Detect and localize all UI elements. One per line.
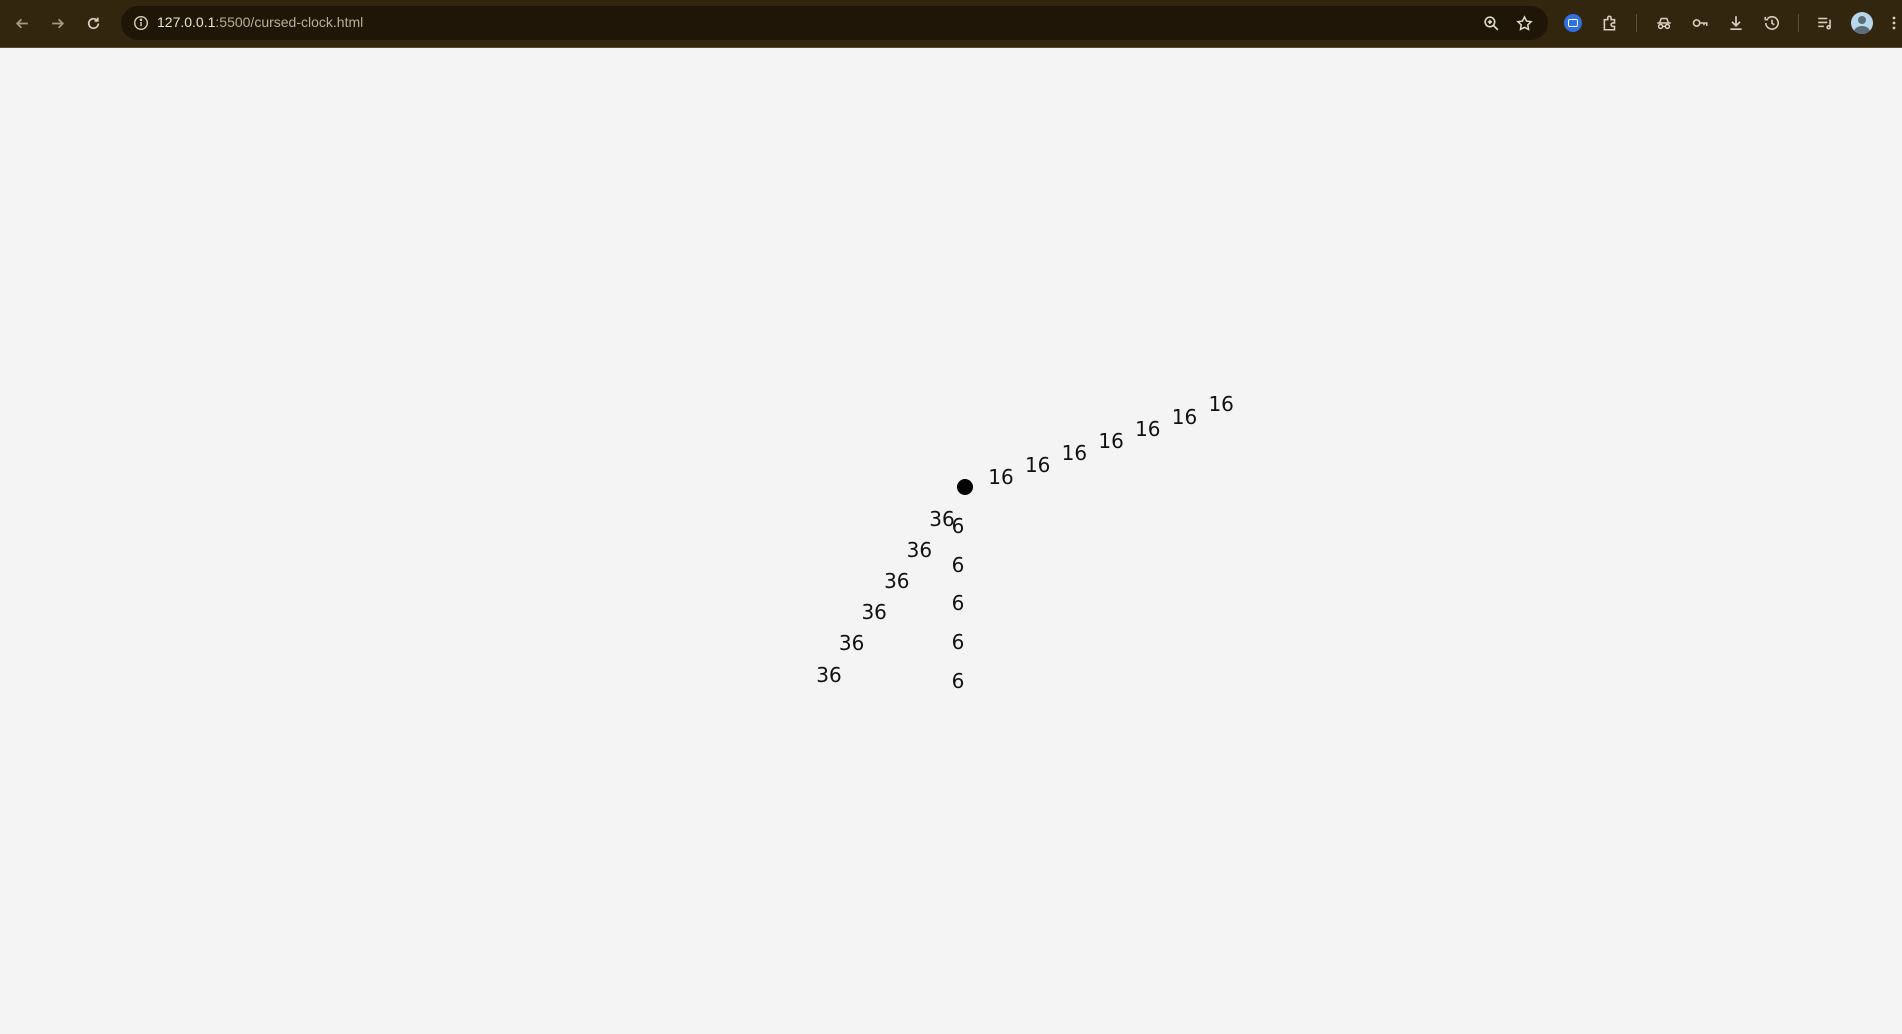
hand-a-number: 16 <box>1171 404 1198 429</box>
hand-c-number: 36 <box>906 538 933 563</box>
address-bar[interactable]: 127.0.0.1:5500/cursed-clock.html <box>121 6 1548 40</box>
puzzle-icon[interactable] <box>1598 11 1622 35</box>
hand-b-number: 6 <box>951 552 965 577</box>
url-path: :5500/cursed-clock.html <box>215 14 364 30</box>
star-icon[interactable] <box>1513 12 1535 34</box>
key-icon[interactable] <box>1688 11 1712 35</box>
hand-c-number: 36 <box>838 631 865 656</box>
hand-c-number: 36 <box>861 600 887 625</box>
avatar-icon[interactable] <box>1850 11 1874 35</box>
hand-a-number: 16 <box>1098 428 1124 453</box>
back-arrow-icon[interactable] <box>9 10 35 36</box>
reload-icon[interactable] <box>80 10 106 36</box>
hand-c-number: 36 <box>929 507 955 531</box>
hand-c-number: 36 <box>884 569 910 594</box>
hand-a-number: 16 <box>1061 440 1088 465</box>
hand-b-number: 6 <box>951 591 965 616</box>
toolbar-divider <box>1636 14 1637 32</box>
clock-center-dot <box>957 479 973 495</box>
hand-b-number: 6 <box>951 668 965 693</box>
toolbar-divider <box>1798 14 1799 32</box>
zoom-icon[interactable] <box>1480 12 1502 34</box>
incognito-icon[interactable] <box>1652 11 1676 35</box>
hand-b-number: 6 <box>951 630 965 655</box>
hand-a-number: 16 <box>1135 416 1161 441</box>
playlist-icon[interactable] <box>1813 11 1837 35</box>
hand-a-number: 16 <box>1024 452 1051 477</box>
kebab-menu-icon[interactable] <box>1887 11 1901 35</box>
browser-toolbar: 127.0.0.1:5500/cursed-clock.html <box>0 0 1902 48</box>
info-icon[interactable] <box>129 11 153 35</box>
page-content: 16 16 16 16 16 16 16 6 6 6 6 6 36 36 36 36 36 36 <box>0 48 1902 1034</box>
url-host: 127.0.0.1 <box>157 14 216 30</box>
hand-a-number: 16 <box>1208 392 1234 417</box>
download-icon[interactable] <box>1724 11 1748 35</box>
history-icon[interactable] <box>1760 11 1784 35</box>
url-text[interactable]: 127.0.0.1:5500/cursed-clock.html <box>157 14 363 30</box>
hand-a-number: 16 <box>988 465 1014 489</box>
hand-c-number: 36 <box>816 662 842 687</box>
forward-arrow-icon[interactable] <box>44 10 70 36</box>
extension-badge-icon[interactable] <box>1561 11 1585 35</box>
